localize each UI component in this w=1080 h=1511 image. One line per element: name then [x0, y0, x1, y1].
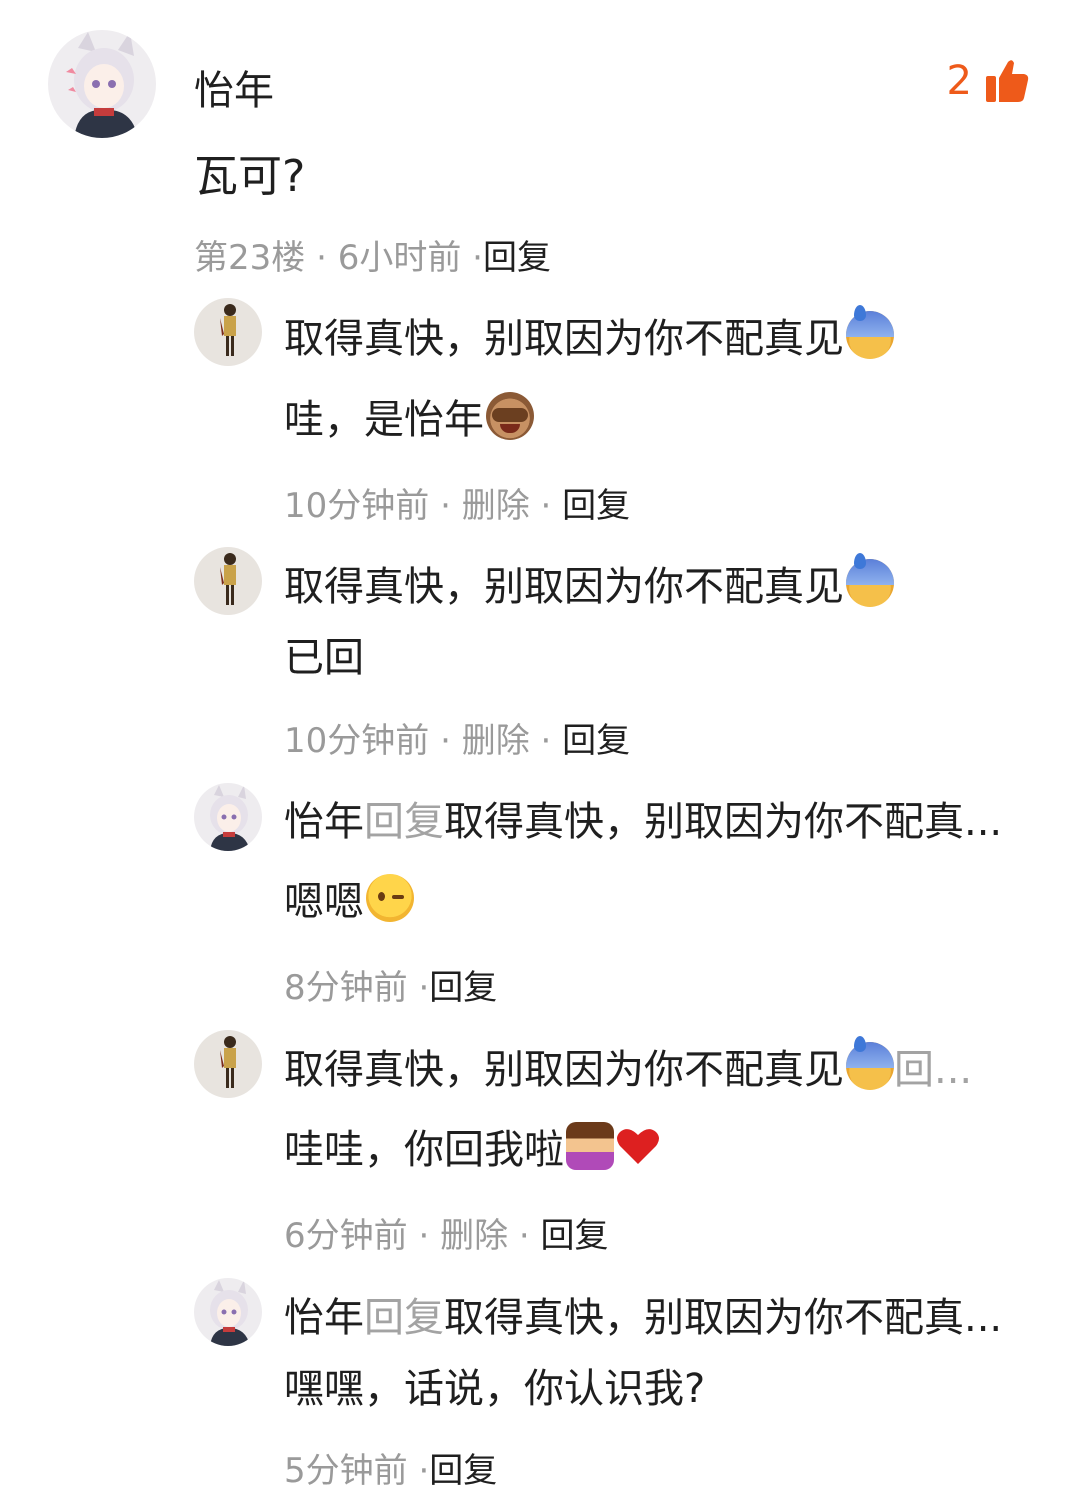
winking-face-emoji-icon [366, 874, 414, 922]
reply-text: 哇，是怡年 [284, 386, 534, 446]
reply-author[interactable]: 怡年 [284, 1285, 364, 1343]
avatar[interactable] [194, 1030, 262, 1098]
reply-text: 已回 [284, 635, 364, 681]
floor-label: 第23楼 [194, 238, 306, 278]
reply-text: 嗯嗯 [284, 868, 414, 928]
reply-button[interactable]: 回复 [541, 1216, 609, 1256]
reply-meta: 6分钟前 · 删除 · 回复 [284, 1216, 609, 1256]
reply-quote: 怡年 回复 取得真快，别取因为你不配真... [284, 1284, 1002, 1344]
avatar[interactable] [194, 783, 262, 851]
reply-text: 嘿嘿，话说，你认识我? [284, 1366, 706, 1412]
reply-meta: 10分钟前 · 删除 · 回复 [284, 486, 631, 526]
anime-girl-avatar-icon [66, 32, 138, 138]
reply-button[interactable]: 回复 [429, 968, 497, 1008]
delete-button[interactable]: 删除 [462, 486, 530, 526]
reply-button[interactable]: 回复 [562, 486, 630, 526]
reply-meta: 10分钟前 · 删除 · 回复 [284, 721, 631, 761]
anime-girl-avatar-icon [210, 1280, 250, 1346]
post-meta: 第23楼 · 6小时前 ·回复 [194, 238, 551, 278]
sweat-face-emoji-icon [846, 1036, 894, 1090]
avatar[interactable] [194, 1278, 262, 1346]
sweat-face-emoji-icon [846, 553, 894, 607]
reply-quote: 取得真快，别取因为你不配真见 回... [284, 1036, 972, 1096]
reply-quote: 取得真快，别取因为你不配真见 [284, 553, 894, 613]
post-time: 6小时前 [337, 238, 462, 278]
reply-button[interactable]: 回复 [429, 1451, 497, 1491]
person-gesturing-ok-emoji-icon [566, 1122, 614, 1170]
like-button[interactable]: 2 [947, 58, 1030, 104]
like-count: 2 [946, 58, 972, 104]
reply-meta: 8分钟前 ·回复 [284, 968, 498, 1008]
thumbs-up-icon [986, 60, 1029, 102]
see-no-evil-monkey-emoji-icon [486, 392, 534, 440]
avatar[interactable] [48, 30, 156, 138]
reply-quote: 怡年 回复 取得真快，别取因为你不配真... [284, 788, 1002, 848]
red-heart-icon [617, 1129, 659, 1164]
avatar[interactable] [194, 547, 262, 615]
author-name[interactable]: 怡年 [194, 58, 274, 116]
anime-figure-avatar-icon [220, 1036, 236, 1088]
reply-meta: 5分钟前 ·回复 [284, 1451, 498, 1491]
anime-figure-avatar-icon [220, 553, 236, 605]
reply-button[interactable]: 回复 [562, 721, 630, 761]
reply-quote: 取得真快，别取因为你不配真见 [284, 305, 894, 365]
avatar[interactable] [194, 298, 262, 366]
delete-button[interactable]: 删除 [462, 721, 530, 761]
anime-girl-avatar-icon [210, 785, 250, 851]
reply-button[interactable]: 回复 [483, 238, 551, 278]
post-text: 瓦可? [194, 151, 306, 202]
reply-text: 哇哇，你回我啦 [284, 1116, 660, 1176]
sweat-face-emoji-icon [846, 305, 894, 359]
anime-figure-avatar-icon [220, 304, 236, 356]
separator: · [305, 238, 338, 278]
delete-button[interactable]: 删除 [440, 1216, 508, 1256]
reply-author[interactable]: 怡年 [284, 789, 364, 847]
